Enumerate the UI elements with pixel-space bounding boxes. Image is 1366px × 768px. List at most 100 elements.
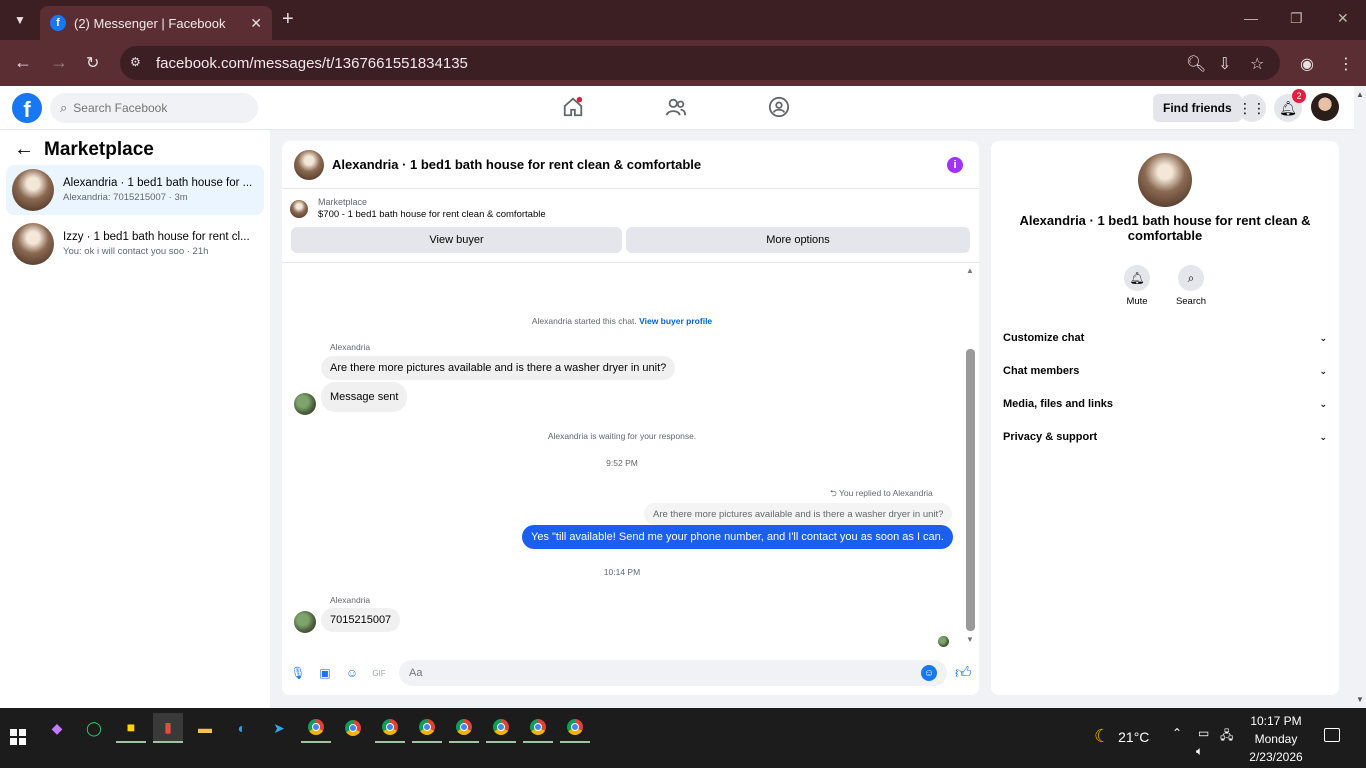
chat-info-panel: Alexandria · 1 bed1 bath house for rent … bbox=[991, 141, 1339, 695]
weather-widget[interactable]: ☾ 21°C bbox=[1094, 726, 1149, 747]
windows-start-icon[interactable] bbox=[10, 729, 26, 745]
buyer-avatar[interactable] bbox=[294, 611, 316, 633]
search-label: Search bbox=[1175, 296, 1207, 307]
chrome-icon[interactable] bbox=[338, 713, 368, 743]
meet-icon[interactable]: ▭ bbox=[1198, 726, 1209, 740]
account-avatar[interactable] bbox=[1311, 93, 1339, 121]
sidebar-title: Marketplace bbox=[44, 138, 154, 160]
scroll-up-icon[interactable]: ▲ bbox=[966, 266, 974, 275]
photo-icon[interactable]: ▣ bbox=[318, 666, 332, 680]
chat-members-row[interactable]: Chat members ⌄ bbox=[1003, 361, 1327, 381]
zoom-magnifier-icon[interactable]: 🔍︎ bbox=[1186, 54, 1206, 74]
media-files-links-row[interactable]: Media, files and links ⌄ bbox=[1003, 394, 1327, 414]
microphone-icon[interactable]: 🎙︎ bbox=[290, 666, 305, 680]
scroll-down-icon[interactable]: ▼ bbox=[966, 635, 974, 644]
marketplace-sidebar: ← Marketplace Alexandria · 1 bed1 bath h… bbox=[0, 130, 270, 708]
browser-tab[interactable]: f (2) Messenger | Facebook ✕ bbox=[40, 6, 272, 40]
message-input[interactable] bbox=[409, 667, 909, 679]
whatsapp-icon[interactable]: ◯ bbox=[79, 713, 109, 743]
url-bar[interactable]: ⚙ facebook.com/messages/t/13676615518341… bbox=[120, 46, 1280, 80]
sticker-icon[interactable]: ☺ bbox=[345, 666, 359, 680]
show-hidden-icons-chevron-icon[interactable]: ⌃ bbox=[1172, 726, 1182, 740]
telegram-icon[interactable]: ➤ bbox=[264, 713, 294, 743]
outgoing-message[interactable]: Yes "till available! Send me your phone … bbox=[522, 525, 953, 549]
network-icon[interactable]: 🖧︎ bbox=[1220, 726, 1233, 747]
sender-name: Alexandria bbox=[330, 595, 371, 605]
chat-avatar[interactable] bbox=[1138, 153, 1192, 207]
conversation-preview: Alexandria: 7015215007 · 3m bbox=[63, 192, 188, 203]
view-buyer-profile-link[interactable]: View buyer profile bbox=[639, 316, 712, 326]
more-options-button[interactable]: More options bbox=[626, 227, 970, 253]
tab-close-icon[interactable]: ✕ bbox=[250, 15, 262, 32]
chevron-down-icon: ⌄ bbox=[1319, 431, 1327, 442]
emoji-icon[interactable]: ☺ bbox=[921, 665, 937, 681]
search-input[interactable] bbox=[73, 101, 244, 115]
system-clock[interactable]: 10:17 PM Monday 2/23/2026 bbox=[1240, 712, 1312, 766]
restore-icon[interactable]: ❐ bbox=[1290, 10, 1303, 27]
tab-search-chevron-icon[interactable]: ▼ bbox=[6, 8, 34, 32]
customize-chat-row[interactable]: Customize chat ⌄ bbox=[1003, 328, 1327, 348]
minimize-icon[interactable]: — bbox=[1244, 10, 1258, 26]
friends-icon[interactable] bbox=[665, 96, 687, 118]
incoming-message[interactable]: Are there more pictures available and is… bbox=[321, 356, 676, 380]
bookmark-star-icon[interactable]: ☆ bbox=[1250, 54, 1264, 74]
chrome-icon[interactable] bbox=[412, 713, 442, 743]
copilot-icon[interactable]: ◆ bbox=[42, 713, 72, 743]
quoted-message[interactable]: Are there more pictures available and is… bbox=[644, 503, 953, 525]
thumbs-up-icon[interactable]: 👍︎ bbox=[955, 664, 972, 683]
edge-icon[interactable]: ◐ bbox=[227, 713, 257, 743]
reload-icon[interactable]: ↻ bbox=[86, 53, 99, 73]
new-tab-plus-icon[interactable]: + bbox=[282, 8, 294, 31]
find-friends-button[interactable]: Find friends bbox=[1153, 94, 1242, 122]
profile-icon[interactable]: ◉ bbox=[1300, 54, 1314, 74]
app-icon[interactable]: ▮ bbox=[153, 713, 183, 743]
chrome-icon[interactable] bbox=[301, 713, 331, 743]
privacy-support-row[interactable]: Privacy & support ⌄ bbox=[1003, 427, 1327, 447]
site-settings-icon[interactable]: ⚙ bbox=[130, 55, 146, 71]
search-button[interactable]: ⌕ Search bbox=[1166, 265, 1216, 307]
chat-title[interactable]: Alexandria · 1 bed1 bath house for rent … bbox=[332, 157, 701, 172]
chrome-icon[interactable] bbox=[486, 713, 516, 743]
view-buyer-button[interactable]: View buyer bbox=[291, 227, 622, 253]
back-arrow-icon[interactable]: ← bbox=[14, 52, 32, 73]
notification-center-icon[interactable] bbox=[1324, 728, 1340, 742]
file-explorer-icon[interactable]: ▬ bbox=[190, 713, 220, 743]
chrome-icon[interactable] bbox=[449, 713, 479, 743]
volume-icon[interactable]: 🔈︎ bbox=[1196, 744, 1203, 759]
marketplace-listing-row[interactable]: Marketplace $700 - 1 bed1 bath house for… bbox=[290, 197, 546, 220]
page-scrollbar[interactable]: ▲ ▼ bbox=[1354, 86, 1366, 708]
mute-button[interactable]: 🔔︎ Mute bbox=[1112, 265, 1162, 307]
chrome-icon[interactable] bbox=[375, 713, 405, 743]
message-composer: 🎙︎ ▣ ☺ GIF ☺ 👍︎ bbox=[282, 653, 979, 695]
conversation-item[interactable]: Izzy · 1 bed1 bath house for rent cl... … bbox=[6, 219, 264, 269]
groups-icon[interactable] bbox=[768, 96, 790, 118]
window-close-icon[interactable]: ✕ bbox=[1337, 10, 1349, 27]
windows-taskbar: ◆ ◯ ■ ▮ ▬ ◐ ➤ ☾ 21°C ⌃ ▭ 🖧︎ 🔈︎ 10:17 PM … bbox=[0, 708, 1366, 768]
incoming-message[interactable]: Message sent bbox=[321, 382, 408, 412]
scroll-up-icon[interactable]: ▲ bbox=[1356, 90, 1364, 99]
search-box[interactable]: ⌕ bbox=[50, 93, 258, 123]
chat-avatar[interactable] bbox=[294, 149, 324, 180]
listing-thumbnail bbox=[12, 223, 54, 265]
gif-icon[interactable]: GIF bbox=[372, 666, 386, 680]
conversation-item[interactable]: Alexandria · 1 bed1 bath house for ... A… bbox=[6, 165, 264, 215]
temperature: 21°C bbox=[1118, 728, 1150, 745]
buyer-avatar[interactable] bbox=[294, 393, 316, 415]
menu-grid-icon[interactable]: ⋮⋮ bbox=[1238, 94, 1266, 122]
incoming-message[interactable]: 7015215007 bbox=[321, 608, 401, 632]
facebook-logo-icon[interactable]: f bbox=[12, 93, 42, 123]
search-icon: ⌕ bbox=[60, 100, 68, 115]
chat-scrollbar[interactable]: ▲ ▼ bbox=[966, 266, 975, 644]
install-app-icon[interactable]: ⇩ bbox=[1218, 54, 1231, 74]
back-arrow-icon[interactable]: ← bbox=[14, 138, 34, 161]
info-icon[interactable]: i bbox=[947, 157, 963, 173]
chrome-icon[interactable] bbox=[560, 713, 590, 743]
sticky-notes-icon[interactable]: ■ bbox=[116, 713, 146, 743]
forward-arrow-icon[interactable]: → bbox=[50, 52, 68, 73]
message-input-box[interactable]: ☺ bbox=[399, 660, 947, 686]
home-icon[interactable] bbox=[562, 96, 584, 118]
scrollbar-thumb[interactable] bbox=[966, 349, 975, 631]
browser-menu-icon[interactable]: ⋮ bbox=[1338, 54, 1354, 74]
chrome-icon[interactable] bbox=[523, 713, 553, 743]
scroll-down-icon[interactable]: ▼ bbox=[1356, 695, 1364, 704]
